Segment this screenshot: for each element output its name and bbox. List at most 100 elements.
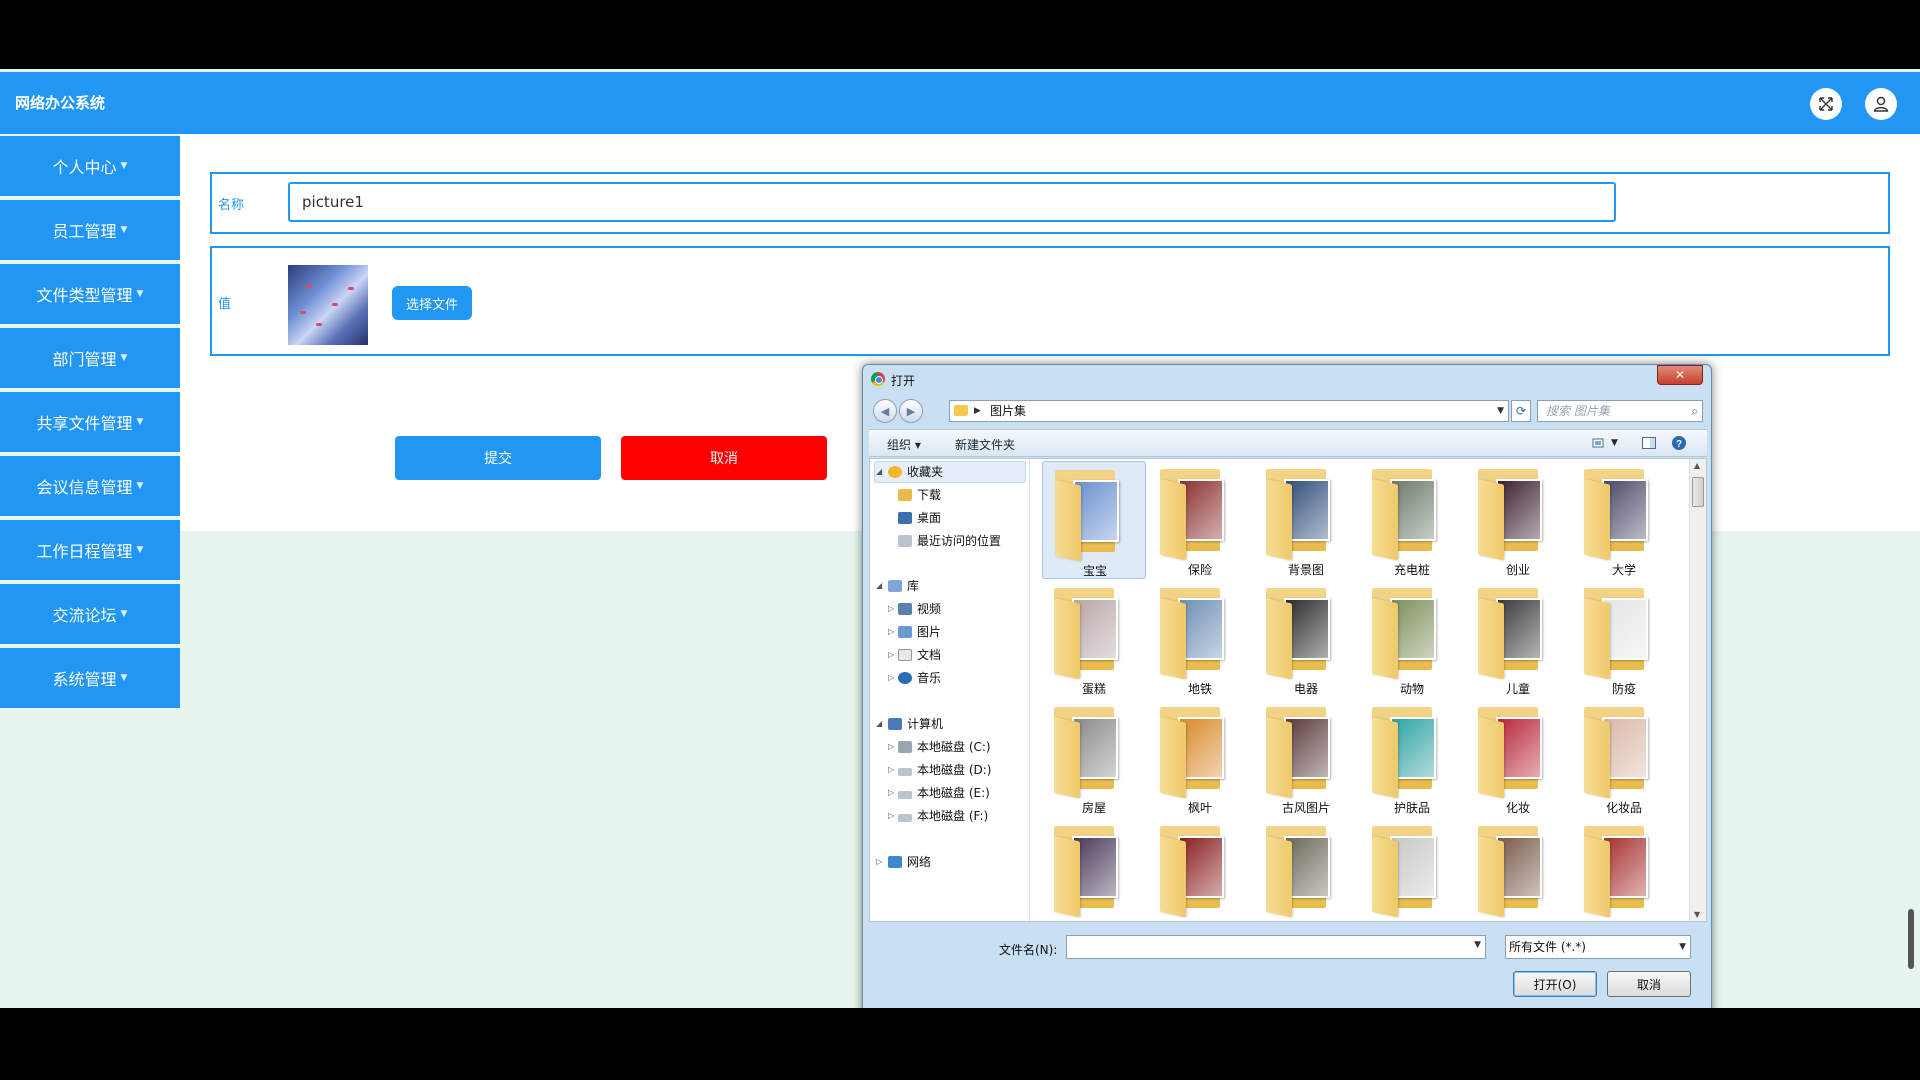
back-arrow-icon: ◀ bbox=[880, 404, 890, 418]
name-input[interactable]: picture1 bbox=[288, 182, 1616, 222]
forward-button[interactable]: ▶ bbox=[899, 399, 923, 423]
dialog-title: 打开 bbox=[891, 374, 916, 388]
nav-favorites[interactable]: 收藏夹 bbox=[888, 462, 943, 482]
folder-item[interactable]: 防疫 bbox=[1572, 580, 1676, 698]
folder-item[interactable]: 创业 bbox=[1466, 461, 1570, 579]
choose-file-button[interactable]: 选择文件 bbox=[392, 286, 472, 320]
folder-item[interactable] bbox=[1042, 818, 1146, 921]
collapse-icon[interactable]: ◢ bbox=[876, 719, 882, 728]
folder-front-icon bbox=[1372, 717, 1398, 799]
expand-icon[interactable]: ▷ bbox=[876, 857, 882, 866]
expand-icon[interactable]: ▷ bbox=[888, 788, 894, 797]
folder-item[interactable]: 宝宝 bbox=[1042, 461, 1146, 579]
organize-menu[interactable]: 组织 ▾ bbox=[887, 436, 921, 453]
folder-item[interactable]: 动物 bbox=[1360, 580, 1464, 698]
nav-disk-e[interactable]: 本地磁盘 (E:) bbox=[898, 783, 990, 803]
folder-item[interactable] bbox=[1148, 818, 1252, 921]
folder-item[interactable]: 护肤品 bbox=[1360, 699, 1464, 817]
caret-down-icon: ▼ bbox=[136, 289, 144, 299]
folder-item[interactable] bbox=[1360, 818, 1464, 921]
expand-icon[interactable]: ▷ bbox=[888, 811, 894, 820]
page-scroll-indicator[interactable] bbox=[1908, 909, 1914, 969]
folder-item[interactable] bbox=[1466, 818, 1570, 921]
view-options-icon[interactable] bbox=[1591, 435, 1607, 451]
nav-pictures[interactable]: 图片 bbox=[898, 622, 941, 642]
nav-downloads[interactable]: 下载 bbox=[898, 485, 941, 505]
expand-icon[interactable]: ▷ bbox=[888, 650, 894, 659]
nav-documents[interactable]: 文档 bbox=[898, 645, 941, 665]
refresh-button[interactable]: ⟳ bbox=[1511, 400, 1531, 422]
folder-item[interactable]: 背景图 bbox=[1254, 461, 1358, 579]
fullscreen-button[interactable] bbox=[1810, 88, 1842, 120]
desktop-icon bbox=[898, 512, 912, 524]
sidebar-item-file-types[interactable]: 文件类型管理 ▼ bbox=[0, 264, 180, 324]
expand-icon[interactable]: ▷ bbox=[888, 765, 894, 774]
help-icon[interactable]: ? bbox=[1671, 435, 1687, 451]
collapse-icon[interactable]: ◢ bbox=[876, 581, 882, 590]
search-input[interactable]: 搜索 图片集 ⌕ bbox=[1537, 400, 1703, 422]
expand-icon[interactable]: ▷ bbox=[888, 742, 894, 751]
nav-recent[interactable]: 最近访问的位置 bbox=[898, 531, 1001, 551]
folder-item[interactable]: 房屋 bbox=[1042, 699, 1146, 817]
submit-button[interactable]: 提交 bbox=[395, 436, 601, 480]
address-bar[interactable]: ▶ 图片集 ▼ bbox=[949, 400, 1509, 422]
sidebar-item-schedule[interactable]: 工作日程管理 ▼ bbox=[0, 520, 180, 580]
folder-item[interactable] bbox=[1572, 818, 1676, 921]
nav-disk-f[interactable]: 本地磁盘 (F:) bbox=[898, 806, 988, 826]
folder-item[interactable]: 大学 bbox=[1572, 461, 1676, 579]
nav-computer[interactable]: 计算机 bbox=[888, 714, 943, 734]
sidebar-item-system[interactable]: 系统管理 ▼ bbox=[0, 648, 180, 708]
open-button[interactable]: 打开(O) bbox=[1513, 971, 1597, 997]
folder-item[interactable] bbox=[1254, 818, 1358, 921]
folder-item[interactable]: 蛋糕 bbox=[1042, 580, 1146, 698]
collapse-icon[interactable]: ◢ bbox=[876, 467, 882, 476]
sidebar-item-meetings[interactable]: 会议信息管理 ▼ bbox=[0, 456, 180, 516]
back-button[interactable]: ◀ bbox=[873, 399, 897, 423]
folder-item[interactable]: 保险 bbox=[1148, 461, 1252, 579]
folder-front-icon bbox=[1478, 836, 1504, 918]
breadcrumb-arrow-icon: ▶ bbox=[974, 406, 981, 416]
expand-icon[interactable]: ▷ bbox=[888, 673, 894, 682]
sidebar-item-label: 部门管理 bbox=[52, 350, 117, 369]
expand-icon[interactable]: ▷ bbox=[888, 627, 894, 636]
user-button[interactable] bbox=[1865, 88, 1897, 120]
sidebar-item-forum[interactable]: 交流论坛 ▼ bbox=[0, 584, 180, 644]
filename-input[interactable]: ▼ bbox=[1066, 935, 1486, 959]
value-label: 值 bbox=[218, 297, 232, 312]
dialog-cancel-button[interactable]: 取消 bbox=[1607, 971, 1691, 997]
filetype-select[interactable]: 所有文件 (*.*) ▼ bbox=[1505, 935, 1691, 959]
scrollbar-thumb[interactable] bbox=[1692, 477, 1704, 507]
cancel-button[interactable]: 取消 bbox=[621, 436, 827, 480]
disk-icon bbox=[898, 791, 912, 799]
nav-disk-d[interactable]: 本地磁盘 (D:) bbox=[898, 760, 991, 780]
folder-item[interactable]: 化妆品 bbox=[1572, 699, 1676, 817]
dialog-close-button[interactable]: ✕ bbox=[1657, 365, 1703, 385]
folder-item[interactable]: 地铁 bbox=[1148, 580, 1252, 698]
sidebar-item-personal-center[interactable]: 个人中心 ▼ bbox=[0, 136, 180, 196]
folder-item[interactable]: 电器 bbox=[1254, 580, 1358, 698]
sidebar-item-employees[interactable]: 员工管理 ▼ bbox=[0, 200, 180, 260]
dropdown-arrow-icon[interactable]: ▼ bbox=[1474, 940, 1481, 950]
nav-network[interactable]: 网络 bbox=[888, 852, 931, 872]
folder-item[interactable]: 儿童 bbox=[1466, 580, 1570, 698]
new-folder-button[interactable]: 新建文件夹 bbox=[955, 436, 1015, 453]
scroll-up-icon[interactable]: ▲ bbox=[1694, 461, 1700, 470]
breadcrumb[interactable]: 图片集 bbox=[990, 401, 1026, 421]
dropdown-arrow-icon[interactable]: ▼ bbox=[1497, 401, 1504, 421]
nav-videos[interactable]: 视频 bbox=[898, 599, 941, 619]
nav-music[interactable]: 音乐 bbox=[898, 668, 941, 688]
expand-icon[interactable]: ▷ bbox=[888, 604, 894, 613]
file-grid-scrollbar[interactable]: ▲ ▼ bbox=[1689, 459, 1706, 921]
view-dropdown-icon[interactable]: ▼ bbox=[1611, 438, 1618, 448]
folder-item[interactable]: 古风图片 bbox=[1254, 699, 1358, 817]
preview-pane-icon[interactable] bbox=[1641, 435, 1657, 451]
folder-item[interactable]: 化妆 bbox=[1466, 699, 1570, 817]
folder-item[interactable]: 枫叶 bbox=[1148, 699, 1252, 817]
sidebar-item-shared-files[interactable]: 共享文件管理 ▼ bbox=[0, 392, 180, 452]
scroll-down-icon[interactable]: ▼ bbox=[1694, 910, 1700, 919]
nav-desktop[interactable]: 桌面 bbox=[898, 508, 941, 528]
nav-disk-c[interactable]: 本地磁盘 (C:) bbox=[898, 737, 991, 757]
sidebar-item-departments[interactable]: 部门管理 ▼ bbox=[0, 328, 180, 388]
folder-item[interactable]: 充电桩 bbox=[1360, 461, 1464, 579]
nav-libraries[interactable]: 库 bbox=[888, 576, 919, 596]
